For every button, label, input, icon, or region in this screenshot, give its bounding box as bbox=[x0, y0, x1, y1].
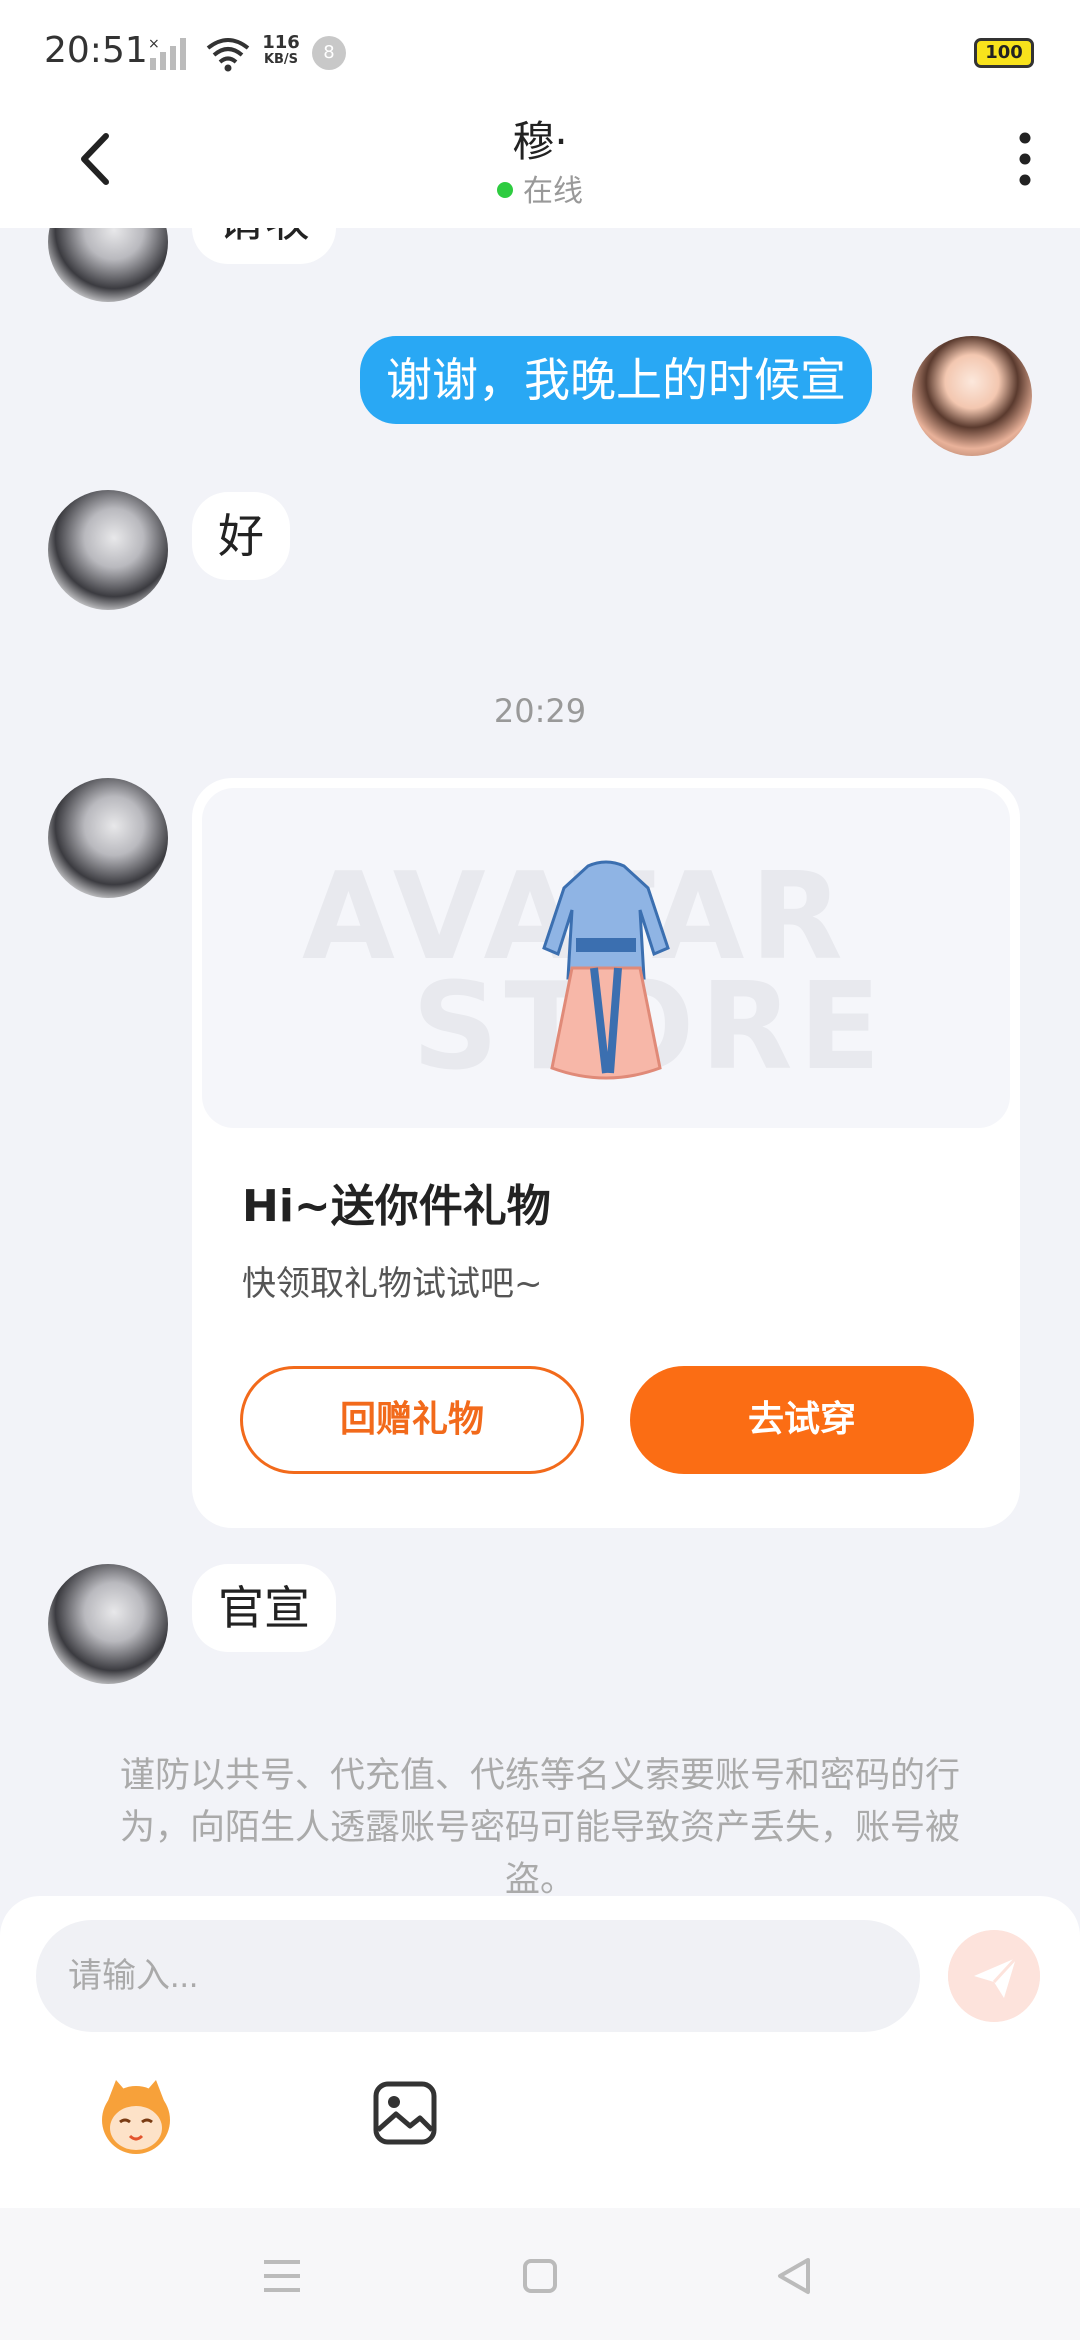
gift-preview-image: AVATAR STORE bbox=[202, 788, 1010, 1128]
more-icon[interactable] bbox=[1010, 126, 1040, 192]
try-on-button[interactable]: 去试穿 bbox=[630, 1366, 974, 1474]
presence-label: 在线 bbox=[523, 174, 583, 209]
message-bubble-incoming[interactable]: 请收 bbox=[192, 228, 336, 264]
message-bubble-outgoing[interactable]: 谢谢，我晚上的时候宣 bbox=[360, 336, 872, 424]
cellular-signal-icon: × bbox=[148, 36, 186, 70]
gift-card[interactable]: AVATAR STORE Hi~送你件礼物 快领取礼物试试吧~ 回赠礼物 去试穿 bbox=[192, 778, 1020, 1528]
message-bubble-incoming[interactable]: 官宣 bbox=[192, 1564, 336, 1652]
send-icon[interactable] bbox=[948, 1930, 1040, 2022]
system-nav-bar bbox=[0, 2208, 1080, 2340]
message-list[interactable]: 请收 谢谢，我晚上的时候宣 好 20:29 AVATAR STORE Hi~送你… bbox=[0, 228, 1080, 1898]
network-speed-value: 116 bbox=[262, 32, 300, 53]
wifi-icon bbox=[206, 38, 250, 72]
hanfu-dress-illustration bbox=[542, 860, 670, 1080]
network-speed-unit: KB/S bbox=[263, 52, 299, 67]
security-warning: 谨防以共号、代充值、代练等名义索要账号和密码的行为，向陌生人透露账号密码可能导致… bbox=[119, 1756, 960, 1898]
gift-title: Hi~送你件礼物 bbox=[242, 1181, 551, 1232]
message-input[interactable] bbox=[36, 1920, 920, 2032]
notification-badge: 8 bbox=[312, 36, 346, 70]
svg-text:×: × bbox=[148, 36, 160, 52]
chat-header: 穆· 在线 bbox=[0, 100, 1080, 228]
contact-avatar[interactable] bbox=[48, 490, 168, 610]
status-time: 20:51 bbox=[44, 30, 148, 71]
gift-subtitle: 快领取礼物试试吧~ bbox=[242, 1264, 543, 1304]
contact-avatar[interactable] bbox=[48, 778, 168, 898]
message-timestamp: 20:29 bbox=[493, 692, 587, 730]
battery-indicator: 100 bbox=[974, 38, 1034, 68]
nav-back-icon[interactable] bbox=[776, 2256, 812, 2296]
network-speed: 116 KB/S bbox=[256, 34, 306, 68]
nav-menu-icon[interactable] bbox=[262, 2258, 302, 2294]
my-avatar[interactable] bbox=[912, 336, 1032, 456]
nav-home-icon[interactable] bbox=[522, 2258, 558, 2294]
online-dot bbox=[497, 181, 513, 198]
message-bubble-incoming[interactable]: 好 bbox=[192, 492, 290, 580]
presence-status: 在线 bbox=[0, 166, 1080, 210]
return-gift-button[interactable]: 回赠礼物 bbox=[240, 1366, 584, 1474]
contact-name: 穆· bbox=[512, 117, 568, 166]
contact-avatar[interactable] bbox=[48, 228, 168, 302]
mascot-icon[interactable] bbox=[92, 2076, 180, 2156]
input-panel bbox=[0, 1896, 1080, 2208]
image-icon[interactable] bbox=[372, 2080, 438, 2146]
status-bar: 20:51 × 116 KB/S 8 100 bbox=[0, 0, 1080, 100]
contact-avatar[interactable] bbox=[48, 1564, 168, 1684]
